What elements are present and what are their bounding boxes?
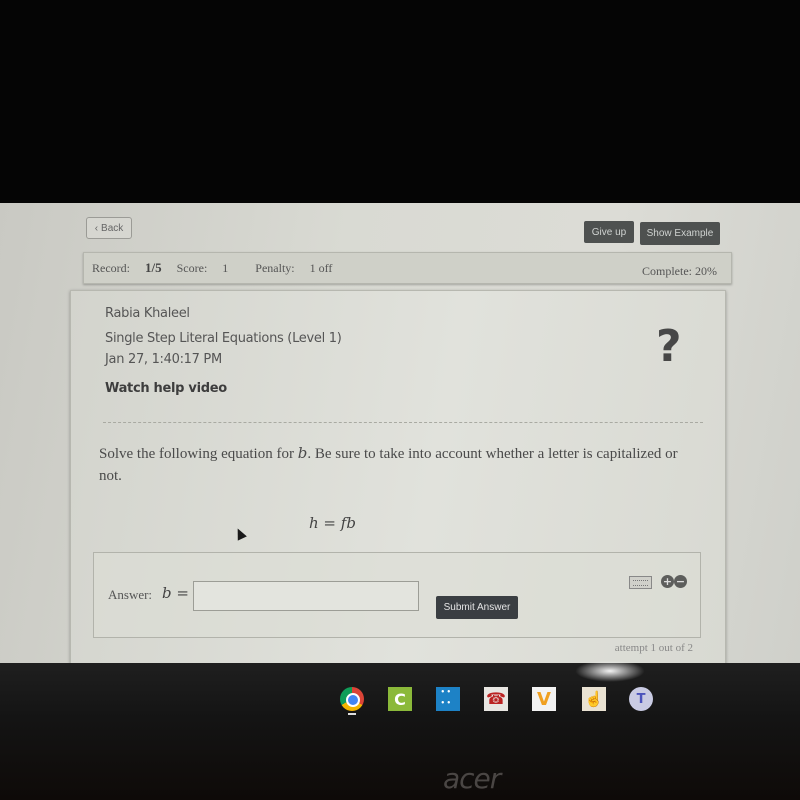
watch-help-video-link[interactable]: Watch help video: [105, 381, 227, 396]
active-indicator: [348, 713, 356, 715]
taskbar: [0, 663, 800, 800]
score: Score: 1: [177, 261, 241, 275]
dots-app-icon[interactable]: [436, 687, 460, 711]
bezel-top: [0, 0, 800, 203]
classroom-icon[interactable]: C: [388, 687, 412, 711]
prompt-text-1: Solve the following equation for: [99, 446, 298, 462]
answer-label: Answer:: [108, 587, 153, 602]
penalty: Penalty: 1 off: [255, 261, 344, 275]
answer-input[interactable]: [193, 581, 419, 611]
status-bar: Record: 1/5 Score: 1 Penalty: 1 off Comp…: [83, 252, 732, 284]
problem-card: Rabia Khaleel Single Step Literal Equati…: [70, 290, 726, 670]
acer-logo: acer: [443, 762, 501, 795]
problem-prompt: Solve the following equation for b. Be s…: [99, 442, 699, 487]
hand-app-icon[interactable]: ☝: [582, 687, 606, 711]
attempt-counter: attempt 1 out of 2: [614, 642, 693, 654]
divider: [103, 422, 703, 423]
timestamp: Jan 27, 1:40:17 PM: [105, 352, 222, 367]
chrome-icon[interactable]: [340, 687, 364, 711]
skill-title: Single Step Literal Equations (Level 1): [105, 331, 342, 346]
question-mark-icon[interactable]: ?: [656, 321, 682, 372]
record: Record: 1/5: [92, 260, 162, 275]
teams-icon[interactable]: T: [629, 687, 653, 711]
penalty-label: Penalty:: [255, 261, 295, 275]
student-name: Rabia Khaleel: [105, 306, 190, 321]
score-value: 1: [222, 261, 229, 275]
keyboard-icon[interactable]: [629, 576, 652, 589]
complete-label: Complete:: [642, 264, 692, 278]
answer-panel: Answer: b = Submit Answer + −: [93, 552, 701, 638]
zoom-out-icon[interactable]: −: [674, 575, 687, 588]
v-app-icon[interactable]: V: [532, 687, 556, 711]
score-label: Score:: [176, 261, 208, 275]
back-label: Back: [101, 222, 124, 234]
status-left: Record: 1/5 Score: 1 Penalty: 1 off: [92, 260, 356, 276]
submit-answer-button[interactable]: Submit Answer: [436, 596, 518, 619]
chevron-left-icon: ‹: [94, 222, 99, 234]
back-button[interactable]: ‹ Back: [86, 217, 132, 239]
record-label: Record:: [92, 261, 130, 275]
show-example-button[interactable]: Show Example: [640, 222, 720, 245]
record-value: 1/5: [145, 260, 162, 275]
complete-value: 20%: [695, 264, 717, 278]
equation: h = fb: [309, 514, 356, 532]
prompt-variable: b: [297, 444, 308, 462]
phone-app-icon[interactable]: ☎: [484, 687, 508, 711]
penalty-value: 1 off: [309, 261, 333, 275]
give-up-button[interactable]: Give up: [584, 221, 634, 243]
completion: Complete: 20%: [642, 264, 717, 279]
screen-glare: [575, 660, 645, 682]
answer-lhs: b =: [162, 584, 189, 602]
zoom-in-icon[interactable]: +: [661, 575, 674, 588]
